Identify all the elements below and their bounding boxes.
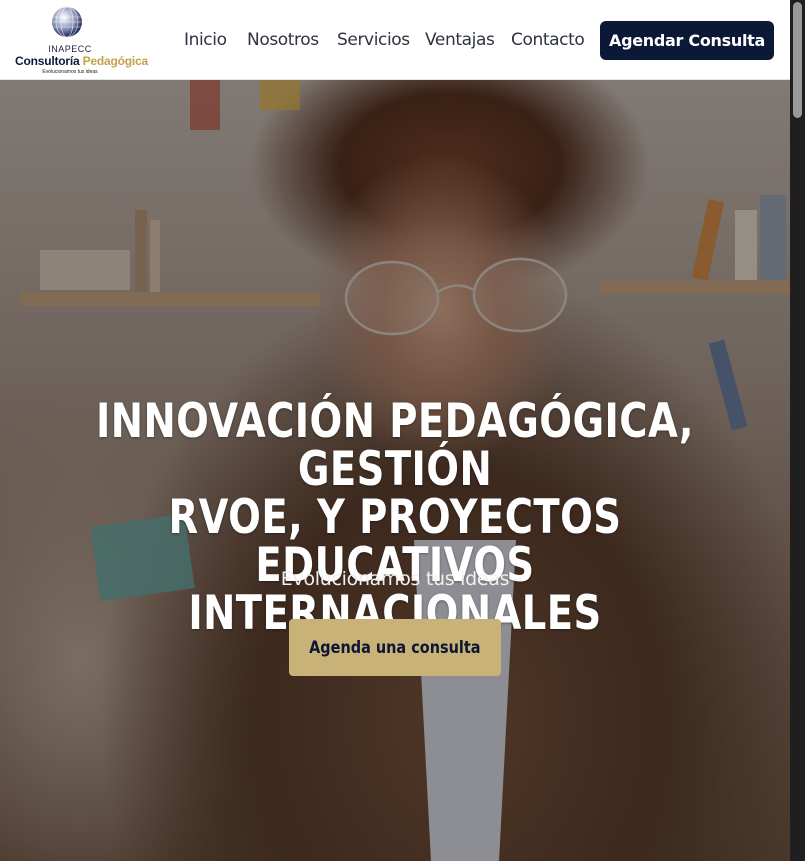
brand-top-text: INAPECC [48, 44, 92, 54]
page-scrollbar[interactable] [790, 0, 805, 861]
nav-link-nosotros[interactable]: Nosotros [247, 30, 319, 50]
nav-link-ventajas[interactable]: Ventajas [425, 30, 495, 50]
agenda-consulta-label: Agenda una consulta [309, 637, 481, 658]
nav-link-contacto[interactable]: Contacto [511, 30, 585, 50]
hero-title-line1: INNOVACIÓN PEDAGÓGICA, GESTIÓN [96, 394, 694, 497]
globe-logo-icon [52, 6, 82, 38]
nav-link-servicios[interactable]: Servicios [337, 30, 410, 50]
brand-logo[interactable]: INAPECC Consultoría Pedagógica Evolucion… [12, 4, 148, 78]
agenda-consulta-button[interactable]: Agenda una consulta [289, 619, 501, 676]
brand-name-part2: Pedagógica [82, 54, 149, 68]
brand-name-part1: Consultoría [15, 54, 80, 68]
nav-link-inicio[interactable]: Inicio [184, 30, 227, 50]
brand-tagline: Evolucionamos tus ideas [42, 69, 98, 75]
scrollbar-thumb[interactable] [793, 2, 802, 118]
hero-section: INNOVACIÓN PEDAGÓGICA, GESTIÓN RVOE, Y P… [0, 80, 790, 861]
hero-title: INNOVACIÓN PEDAGÓGICA, GESTIÓN RVOE, Y P… [88, 398, 703, 638]
agendar-consulta-button[interactable]: Agendar Consulta [600, 21, 774, 60]
site-header: INAPECC Consultoría Pedagógica Evolucion… [0, 0, 790, 80]
brand-name: Consultoría Pedagógica [15, 54, 148, 68]
hero-subtitle: Evolucionamos tus ideas [280, 568, 510, 590]
